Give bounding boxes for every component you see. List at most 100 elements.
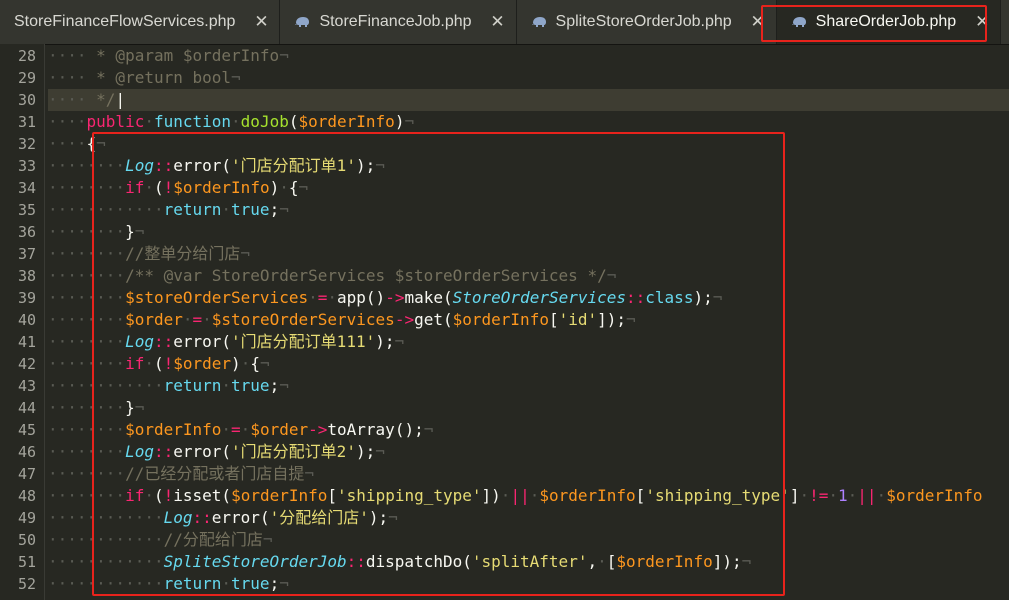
code-token: ····	[48, 68, 87, 87]
code-token: )	[394, 112, 405, 131]
code-token: (	[442, 288, 453, 307]
code-token: /** @var StoreOrderServices $storeOrderS…	[125, 266, 607, 285]
code-token: $order	[173, 354, 232, 373]
code-token: )	[231, 354, 241, 373]
code-token: ·	[221, 200, 232, 219]
code-token: ········	[48, 332, 126, 351]
code-token: ········	[48, 156, 126, 175]
code-token: ¬	[231, 68, 241, 87]
code-token: Log	[125, 156, 154, 175]
code-token: ]	[789, 486, 800, 505]
code-token: * @return bool	[86, 68, 232, 87]
line-number: 45	[17, 421, 36, 439]
line-number: 39	[17, 289, 36, 307]
code-token: doJob	[240, 112, 289, 131]
line-number: 47	[17, 465, 36, 483]
close-icon[interactable]: ✕	[253, 12, 269, 32]
code-token: Log	[125, 442, 154, 461]
code-token: error	[211, 508, 260, 527]
tab-store-finance-flow-services[interactable]: StoreFinanceFlowServices.php ✕	[0, 0, 281, 44]
code-token: ¬	[404, 112, 415, 131]
line-number: 32	[17, 135, 36, 153]
code-token: ········	[48, 266, 126, 285]
code-line: ········Log::error('门店分配订单2');¬	[48, 441, 385, 463]
code-token: $storeOrderServices	[125, 288, 309, 307]
code-token: $orderInfo	[231, 486, 328, 505]
code-token: ········	[48, 244, 126, 263]
code-token: dispatchDo	[365, 552, 463, 571]
code-token: |	[115, 90, 126, 109]
code-token: ········	[48, 178, 126, 197]
code-token: //整单分给门店	[125, 244, 241, 263]
code-token: ->	[308, 420, 328, 439]
tab-label: StoreFinanceFlowServices.php	[14, 13, 236, 30]
close-icon[interactable]: ✕	[974, 12, 990, 32]
code-token: '门店分配订单1'	[231, 156, 356, 175]
code-token: $order	[125, 310, 183, 329]
code-token: ::	[153, 442, 174, 461]
code-line: ············return·true;¬	[48, 573, 289, 595]
code-token: return	[163, 574, 222, 593]
code-token: ·	[876, 486, 887, 505]
code-token: ·	[327, 288, 338, 307]
tab-splite-store-order-job[interactable]: SpliteStoreOrderJob.php ✕	[516, 0, 777, 44]
tab-store-finance-job[interactable]: StoreFinanceJob.php ✕	[280, 0, 517, 44]
code-token: (	[259, 508, 270, 527]
code-token: {	[288, 178, 299, 197]
code-line: ············Log::error('分配给门店');¬	[48, 507, 398, 529]
code-token: function	[153, 112, 232, 131]
code-token: true	[231, 376, 270, 395]
code-token: =	[231, 420, 241, 439]
code-token: ········	[48, 486, 126, 505]
code-line: ···· * @return bool¬	[48, 67, 241, 89]
code-token: ¬	[388, 508, 398, 527]
code-token: {	[250, 354, 260, 373]
code-token: '门店分配订单111'	[231, 332, 376, 351]
code-line: ········$orderInfo·=·$order->toArray();¬	[48, 419, 433, 441]
code-line: ············//分配给门店¬	[48, 529, 273, 551]
line-number: 31	[17, 113, 36, 131]
code-token: ·	[182, 310, 193, 329]
code-token: error	[173, 442, 222, 461]
code-token: ····	[48, 46, 87, 65]
close-icon[interactable]: ✕	[750, 12, 766, 32]
code-token: ¬	[279, 200, 289, 219]
code-token: make	[404, 288, 443, 307]
code-token: isset	[173, 486, 222, 505]
close-icon[interactable]: ✕	[490, 12, 506, 32]
code-token: ;	[269, 574, 280, 593]
tab-overflow[interactable]	[1001, 0, 1009, 44]
code-line: ········/** @var StoreOrderServices $sto…	[48, 265, 616, 287]
code-token: );	[693, 288, 713, 307]
code-token: ·	[202, 310, 212, 329]
code-token: //分配给门店	[163, 530, 263, 549]
code-token: ·	[221, 574, 232, 593]
code-token: $orderInfo	[173, 178, 270, 197]
code-token: toArray	[327, 420, 395, 439]
code-token: $orderInfo	[539, 486, 636, 505]
code-token: ········	[48, 222, 126, 241]
code-token: if	[125, 178, 145, 197]
code-token: app	[337, 288, 366, 307]
code-token: ¬	[741, 552, 752, 571]
code-line: ········Log::error('门店分配订单111');¬	[48, 331, 404, 353]
code-token: class	[645, 288, 694, 307]
code-token: =	[192, 310, 203, 329]
code-token: ¬	[298, 178, 309, 197]
code-token: ········	[48, 464, 126, 483]
code-token: ()	[365, 288, 386, 307]
code-token: ····	[48, 90, 87, 109]
code-token: ·	[847, 486, 858, 505]
code-token: );	[375, 332, 395, 351]
code-token: ;	[269, 376, 280, 395]
tab-share-order-job[interactable]: ShareOrderJob.php ✕	[776, 0, 1002, 44]
line-number: 34	[17, 179, 36, 197]
code-token: StoreOrderServices	[452, 288, 627, 307]
code-editor[interactable]: ···· * @param $orderInfo¬ ···· * @return …	[48, 44, 1009, 600]
code-line: ········Log::error('门店分配订单1');¬	[48, 155, 385, 177]
code-token: );	[355, 442, 376, 461]
code-line: ····{¬	[48, 133, 106, 155]
code-token: ¬	[134, 398, 145, 417]
code-token: true	[231, 574, 270, 593]
code-token: $orderInfo	[452, 310, 549, 329]
